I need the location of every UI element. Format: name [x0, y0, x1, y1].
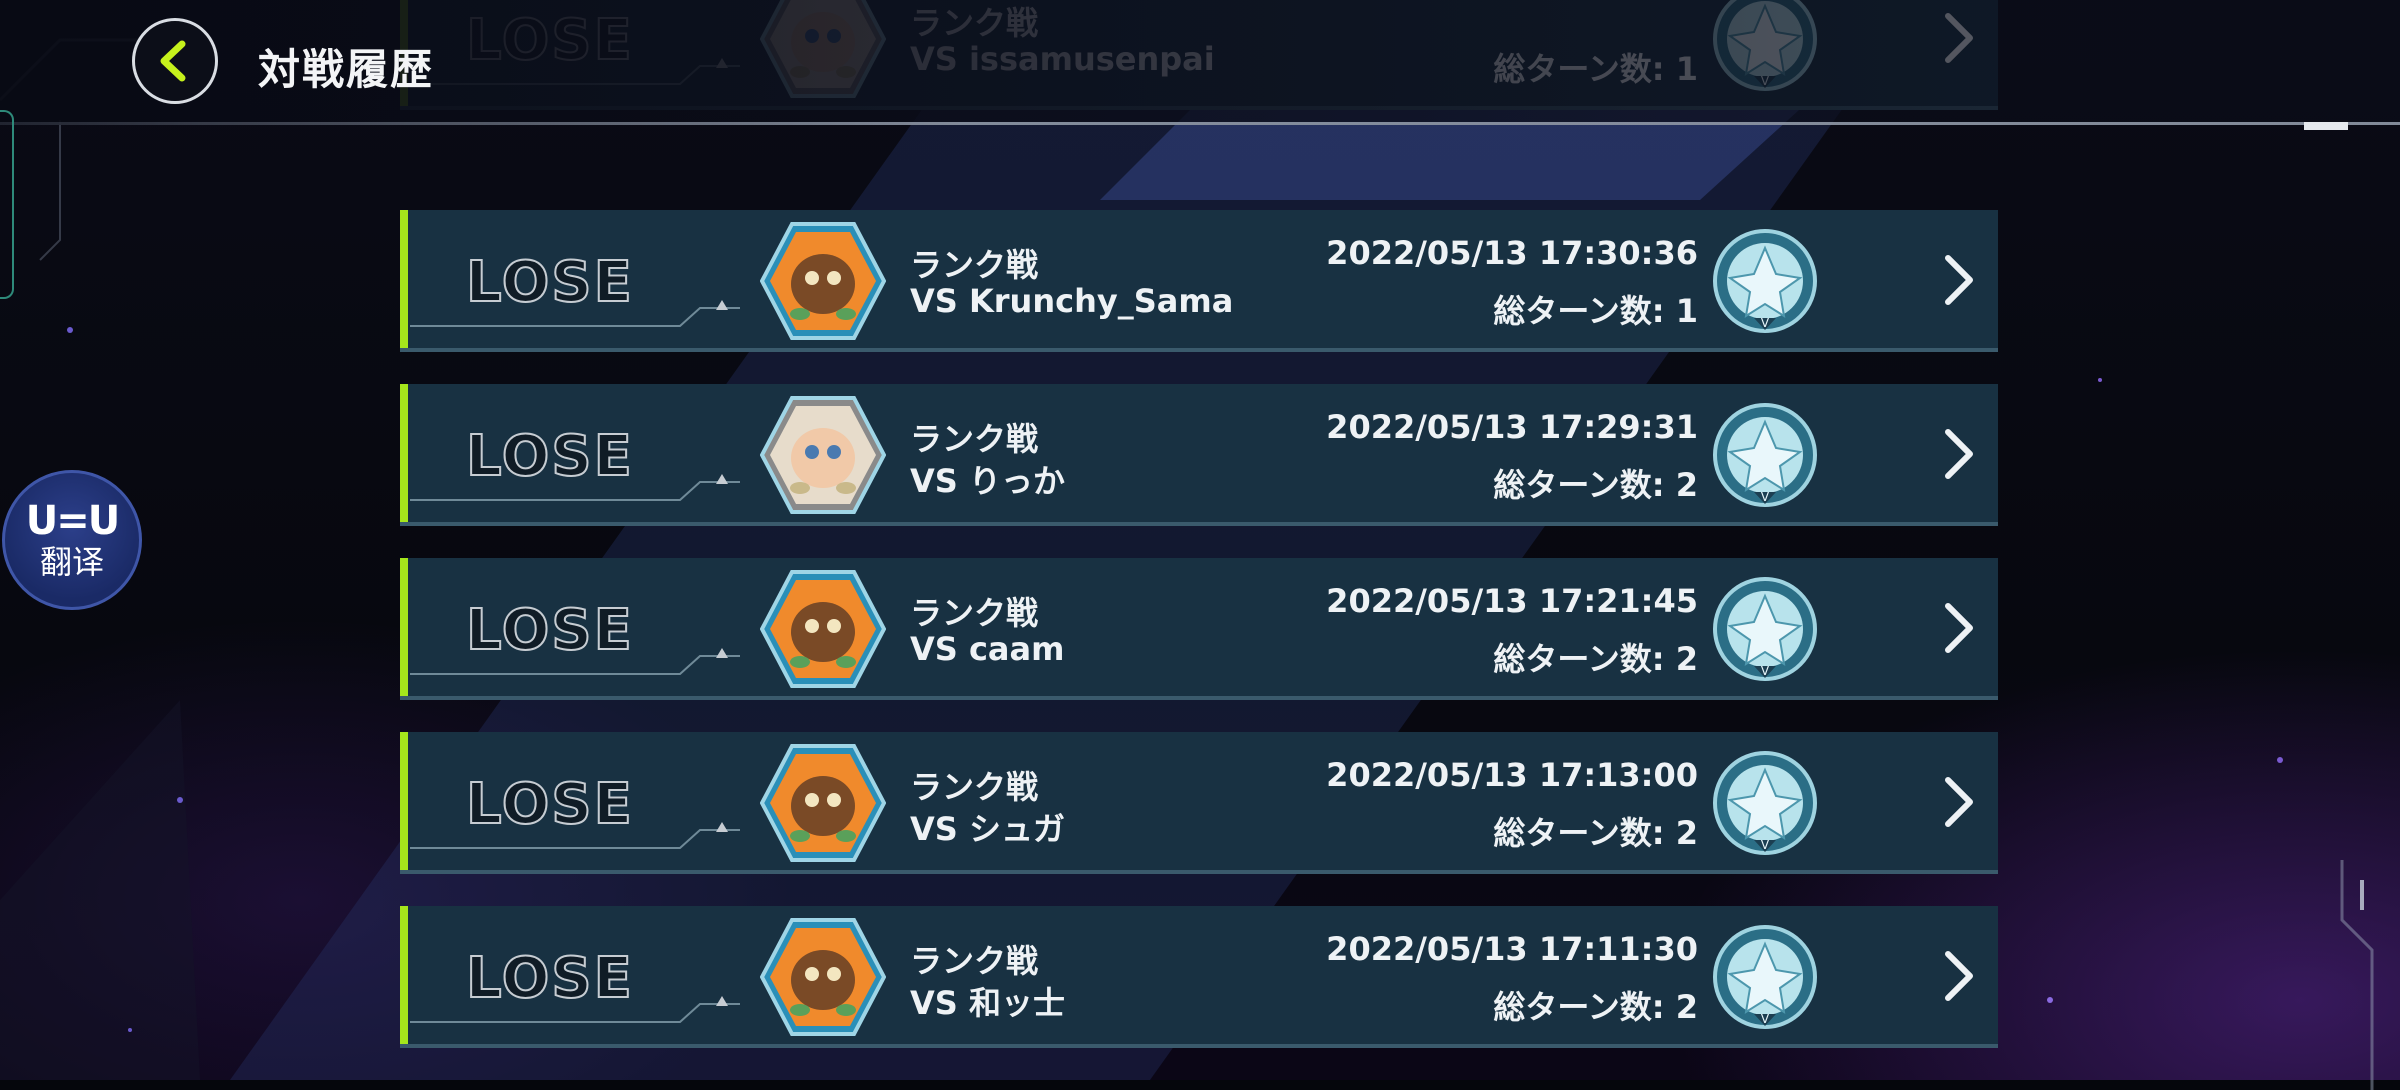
- opponent-name: VS シュガ: [910, 810, 1065, 848]
- match-mode: ランク戦: [910, 594, 1039, 632]
- result-underline-decoration: [410, 648, 740, 675]
- match-mode: ランク戦: [910, 942, 1039, 980]
- match-mode: ランク戦: [910, 420, 1039, 458]
- header-dash: [2304, 122, 2348, 130]
- match-row-3[interactable]: LOSE ランク戦 VS りっか 2022/05/13 17:29:31 総ター…: [400, 384, 1998, 526]
- side-tab-edge[interactable]: [0, 110, 14, 299]
- match-mode: ランク戦: [910, 246, 1039, 284]
- row-accent-bar: [400, 732, 408, 870]
- match-datetime: 2022/05/13 17:30:36: [1326, 234, 1698, 272]
- opponent-name: VS 和ッ士: [910, 984, 1065, 1022]
- rank-badge-icon: V: [1713, 751, 1817, 855]
- result-underline-decoration: [410, 996, 740, 1023]
- chevron-left-icon: [160, 40, 186, 82]
- header-bar: 対戦履歴: [0, 0, 2400, 130]
- match-row-6[interactable]: LOSE ランク戦 VS 和ッ士 2022/05/13 17:11:30 総ター…: [400, 906, 1998, 1048]
- total-turns: 総ターン数: 2: [1493, 466, 1698, 504]
- chevron-right-icon[interactable]: [1940, 600, 1980, 656]
- match-row-2[interactable]: LOSE ランク戦 VS Krunchy_Sama 2022/05/13 17:…: [400, 210, 1998, 352]
- translate-widget[interactable]: U=U 翻译: [2, 470, 142, 610]
- match-datetime: 2022/05/13 17:11:30: [1326, 930, 1698, 968]
- kuriboh-avatar-icon: [760, 918, 886, 1036]
- match-mode: ランク戦: [910, 768, 1039, 806]
- kuriboh-avatar-icon: [760, 744, 886, 862]
- chevron-right-icon[interactable]: [1940, 426, 1980, 482]
- svg-text:V: V: [1761, 316, 1770, 330]
- opponent-name: VS Krunchy_Sama: [910, 282, 1234, 320]
- row-accent-bar: [400, 384, 408, 522]
- back-button[interactable]: [132, 18, 218, 104]
- chevron-right-icon[interactable]: [1940, 774, 1980, 830]
- rank-badge-icon: V: [1713, 577, 1817, 681]
- svg-text:V: V: [1761, 664, 1770, 678]
- total-turns: 総ターン数: 2: [1493, 640, 1698, 678]
- result-underline-decoration: [410, 300, 740, 327]
- row-accent-bar: [400, 906, 408, 1044]
- kuriboh-avatar-icon: [760, 222, 886, 340]
- avatar-girl-icon: [760, 396, 886, 514]
- match-datetime: 2022/05/13 17:29:31: [1326, 408, 1698, 446]
- corner-frame-decoration: [2340, 860, 2374, 1090]
- translate-logo-icon: U=U: [25, 498, 120, 544]
- svg-text:V: V: [1761, 1012, 1770, 1026]
- total-turns: 総ターン数: 2: [1493, 814, 1698, 852]
- match-row-5[interactable]: LOSE ランク戦 VS シュガ 2022/05/13 17:13:00 総ター…: [400, 732, 1998, 874]
- chevron-right-icon[interactable]: [1940, 948, 1980, 1004]
- rank-badge-icon: V: [1713, 925, 1817, 1029]
- match-datetime: 2022/05/13 17:21:45: [1326, 582, 1698, 620]
- result-underline-decoration: [410, 822, 740, 849]
- total-turns: 総ターン数: 1: [1493, 292, 1698, 330]
- svg-text:V: V: [1761, 490, 1770, 504]
- page-title: 対戦履歴: [258, 45, 435, 94]
- svg-text:V: V: [1761, 838, 1770, 852]
- row-accent-bar: [400, 210, 408, 348]
- row-accent-bar: [400, 558, 408, 696]
- match-history-list[interactable]: LOSE ランク戦 VS issamusenpai 総ターン数: 1 V: [400, 0, 2000, 1080]
- rank-badge-icon: V: [1713, 403, 1817, 507]
- match-datetime: 2022/05/13 17:13:00: [1326, 756, 1698, 794]
- total-turns: 総ターン数: 2: [1493, 988, 1698, 1026]
- opponent-name: VS りっか: [910, 462, 1065, 500]
- header-divider: [0, 122, 2400, 125]
- result-underline-decoration: [410, 474, 740, 501]
- rank-badge-icon: V: [1713, 229, 1817, 333]
- match-row-4[interactable]: LOSE ランク戦 VS caam 2022/05/13 17:21:45 総タ…: [400, 558, 1998, 700]
- chevron-right-icon[interactable]: [1940, 252, 1980, 308]
- opponent-name: VS caam: [910, 630, 1065, 668]
- translate-label: 翻译: [39, 543, 104, 581]
- kuriboh-avatar-icon: [760, 570, 886, 688]
